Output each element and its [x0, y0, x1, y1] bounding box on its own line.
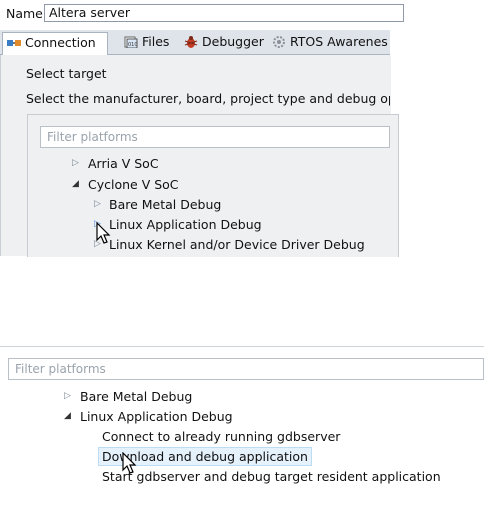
filter-platforms-input[interactable]: Filter platforms	[40, 126, 390, 148]
filter-platforms-input[interactable]: Filter platforms	[8, 358, 484, 380]
tab-debugger-label: Debugger	[202, 34, 264, 49]
tab-connection[interactable]: Connection	[2, 32, 108, 55]
tree-item-label: Cyclone V SoC	[88, 177, 179, 192]
files-icon: 010	[124, 36, 138, 48]
collapse-arrow-icon[interactable]: ◢	[64, 411, 71, 421]
tab-debugger[interactable]: Debugger	[180, 32, 264, 54]
name-input[interactable]: Altera server	[44, 4, 404, 22]
tree-item-linux-application-debug[interactable]: ◢ Linux Application Debug	[64, 409, 233, 424]
expand-arrow-icon[interactable]: ▷	[94, 199, 101, 209]
tree-item-label: Linux Kernel and/or Device Driver Debug	[109, 237, 365, 252]
tree-item-cyclone-v-soc[interactable]: ◢ Cyclone V SoC	[72, 177, 179, 192]
tree-item-label: Bare Metal Debug	[109, 197, 222, 212]
tab-connection-label: Connection	[25, 35, 96, 50]
expand-arrow-icon[interactable]: ▷	[64, 391, 71, 401]
svg-text:010: 010	[128, 42, 138, 48]
tree-item-label: Linux Application Debug	[80, 409, 233, 424]
select-target-description: Select the manufacturer, board, project …	[26, 91, 390, 106]
tree-item-arria-v-soc[interactable]: ▷ Arria V SoC	[72, 156, 159, 171]
expand-arrow-icon[interactable]: ▷	[72, 158, 79, 168]
tab-bar: Connection 010 Files Debugger RTOS Aware…	[0, 30, 390, 55]
tree-item-label: Arria V SoC	[88, 156, 159, 171]
tree-item-label: Bare Metal Debug	[80, 389, 193, 404]
mouse-cursor-icon	[122, 452, 137, 474]
name-label: Name:	[6, 6, 48, 21]
tree-item-label: Start gdbserver and debug target residen…	[102, 469, 441, 484]
tree-item-linux-kernel-debug[interactable]: ▷ Linux Kernel and/or Device Driver Debu…	[94, 237, 365, 252]
collapse-arrow-icon[interactable]: ◢	[72, 179, 79, 189]
debugger-icon	[184, 36, 198, 48]
tree-item-bare-metal-debug[interactable]: ▷ Bare Metal Debug	[94, 197, 221, 212]
tab-files-label: Files	[142, 34, 170, 49]
tree-item-label: Linux Application Debug	[109, 217, 262, 232]
rtos-icon	[273, 36, 285, 48]
mouse-cursor-icon	[96, 222, 111, 244]
tree-item-bare-metal-debug[interactable]: ▷ Bare Metal Debug	[64, 389, 192, 404]
connection-icon	[7, 40, 21, 46]
select-target-title: Select target	[26, 66, 107, 81]
tree-item-connect-running-gdbserver[interactable]: Connect to already running gdbserver	[102, 429, 340, 444]
tab-files[interactable]: 010 Files	[120, 32, 178, 54]
tab-rtos-awareness[interactable]: RTOS Awarenes	[268, 32, 390, 54]
tab-rtos-label: RTOS Awarenes	[290, 34, 388, 49]
tree-item-start-gdbserver[interactable]: Start gdbserver and debug target residen…	[102, 469, 441, 484]
tree-item-label: Connect to already running gdbserver	[102, 429, 341, 444]
tree-item-linux-application-debug[interactable]: ▷ Linux Application Debug	[94, 217, 262, 232]
